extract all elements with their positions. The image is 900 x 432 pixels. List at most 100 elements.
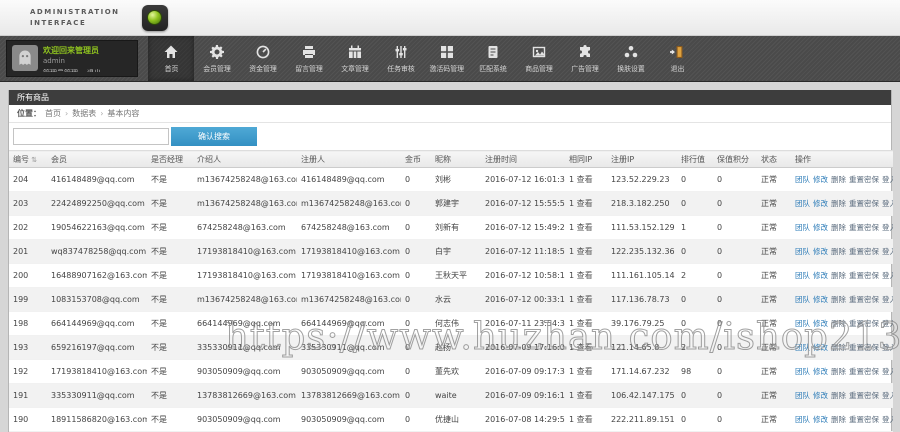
action-link[interactable]: 修改 bbox=[813, 175, 828, 184]
action-plain[interactable]: 登入 bbox=[882, 391, 893, 400]
view-link[interactable]: 查看 bbox=[577, 391, 593, 400]
action-plain[interactable]: 重置密保 bbox=[849, 367, 879, 376]
column-header-1[interactable]: 编号 ⇅ bbox=[9, 150, 47, 168]
action-link[interactable]: 修改 bbox=[813, 391, 828, 400]
status-cell: 正常 bbox=[757, 191, 791, 216]
view-link[interactable]: 查看 bbox=[577, 415, 593, 424]
action-plain[interactable]: 删除 bbox=[831, 199, 846, 208]
action-link[interactable]: 团队 bbox=[795, 199, 810, 208]
action-link[interactable]: 团队 bbox=[795, 223, 810, 232]
action-plain[interactable]: 重置密保 bbox=[849, 247, 879, 256]
action-link[interactable]: 修改 bbox=[813, 199, 828, 208]
action-link[interactable]: 团队 bbox=[795, 319, 810, 328]
action-plain[interactable]: 登入 bbox=[882, 175, 893, 184]
action-link[interactable]: 修改 bbox=[813, 247, 828, 256]
id-cell: 204 bbox=[9, 167, 47, 192]
action-plain[interactable]: 重置密保 bbox=[849, 295, 879, 304]
sort-icon[interactable]: ⇅ bbox=[29, 156, 37, 164]
logout-link[interactable]: 退出 bbox=[87, 68, 101, 72]
admin-manage-link[interactable]: 管理员管理 bbox=[43, 68, 78, 72]
nav-item-10[interactable]: 广告管理 bbox=[562, 36, 608, 81]
same-ip-cell: 1 查看 bbox=[565, 287, 607, 312]
gold-cell: 0 bbox=[401, 239, 431, 264]
breadcrumb-item[interactable]: 首页 bbox=[45, 109, 61, 118]
reg-time-cell: 2016-07-09 17:16:06 bbox=[481, 335, 565, 360]
view-link[interactable]: 查看 bbox=[577, 175, 593, 184]
action-link[interactable]: 团队 bbox=[795, 271, 810, 280]
action-plain[interactable]: 删除 bbox=[831, 415, 846, 424]
action-plain[interactable]: 重置密保 bbox=[849, 223, 879, 232]
action-plain[interactable]: 重置密保 bbox=[849, 343, 879, 352]
gold-cell: 0 bbox=[401, 311, 431, 336]
nav-item-1[interactable]: 首页 bbox=[148, 36, 194, 81]
action-plain[interactable]: 重置密保 bbox=[849, 175, 879, 184]
nav-item-9[interactable]: 商品管理 bbox=[516, 36, 562, 81]
nav-item-4[interactable]: 留言管理 bbox=[286, 36, 332, 81]
breadcrumb-separator: › bbox=[100, 109, 104, 118]
action-link[interactable]: 团队 bbox=[795, 247, 810, 256]
nav-item-6[interactable]: 任务审核 bbox=[378, 36, 424, 81]
action-link[interactable]: 修改 bbox=[813, 367, 828, 376]
action-plain[interactable]: 登入 bbox=[882, 199, 893, 208]
confirm-search-button[interactable]: 确认搜索 bbox=[171, 127, 257, 146]
reg-time-cell: 2016-07-12 11:18:50 bbox=[481, 239, 565, 264]
action-plain[interactable]: 删除 bbox=[831, 247, 846, 256]
nav-item-7[interactable]: 激活码管理 bbox=[424, 36, 470, 81]
action-link[interactable]: 修改 bbox=[813, 295, 828, 304]
action-link[interactable]: 团队 bbox=[795, 391, 810, 400]
nav-item-11[interactable]: 换肤设置 bbox=[608, 36, 654, 81]
sliders-icon bbox=[393, 44, 409, 60]
action-link[interactable]: 修改 bbox=[813, 223, 828, 232]
action-link[interactable]: 修改 bbox=[813, 343, 828, 352]
action-plain[interactable]: 登入 bbox=[882, 415, 893, 424]
action-plain[interactable]: 登入 bbox=[882, 223, 893, 232]
action-link[interactable]: 团队 bbox=[795, 415, 810, 424]
nav-item-8[interactable]: 匹配系统 bbox=[470, 36, 516, 81]
nav-item-12[interactable]: 退出 bbox=[654, 36, 700, 81]
action-link[interactable]: 修改 bbox=[813, 271, 828, 280]
nav-item-2[interactable]: 会员管理 bbox=[194, 36, 240, 81]
view-link[interactable]: 查看 bbox=[577, 319, 593, 328]
action-link[interactable]: 团队 bbox=[795, 295, 810, 304]
action-plain[interactable]: 删除 bbox=[831, 295, 846, 304]
action-plain[interactable]: 删除 bbox=[831, 271, 846, 280]
action-plain[interactable]: 删除 bbox=[831, 175, 846, 184]
view-link[interactable]: 查看 bbox=[577, 247, 593, 256]
action-plain[interactable]: 删除 bbox=[831, 391, 846, 400]
action-plain[interactable]: 删除 bbox=[831, 343, 846, 352]
action-plain[interactable]: 登入 bbox=[882, 247, 893, 256]
view-link[interactable]: 查看 bbox=[577, 295, 593, 304]
breadcrumb-item[interactable]: 基本内容 bbox=[107, 109, 139, 118]
view-link[interactable]: 查看 bbox=[577, 343, 593, 352]
nav-item-3[interactable]: 资金管理 bbox=[240, 36, 286, 81]
action-plain[interactable]: 重置密保 bbox=[849, 391, 879, 400]
action-link[interactable]: 团队 bbox=[795, 367, 810, 376]
action-plain[interactable]: 登入 bbox=[882, 367, 893, 376]
breadcrumb-item[interactable]: 数据表 bbox=[72, 109, 96, 118]
action-plain[interactable]: 重置密保 bbox=[849, 415, 879, 424]
gold-cell: 0 bbox=[401, 167, 431, 192]
id-cell: 192 bbox=[9, 359, 47, 384]
action-link[interactable]: 修改 bbox=[813, 415, 828, 424]
action-plain[interactable]: 登入 bbox=[882, 271, 893, 280]
view-link[interactable]: 查看 bbox=[577, 199, 593, 208]
same-ip-cell: 1 查看 bbox=[565, 215, 607, 240]
action-plain[interactable]: 重置密保 bbox=[849, 319, 879, 328]
view-link[interactable]: 查看 bbox=[577, 271, 593, 280]
action-link[interactable]: 团队 bbox=[795, 343, 810, 352]
action-plain[interactable]: 删除 bbox=[831, 223, 846, 232]
view-link[interactable]: 查看 bbox=[577, 367, 593, 376]
action-plain[interactable]: 登入 bbox=[882, 295, 893, 304]
search-input[interactable] bbox=[13, 128, 169, 145]
action-plain[interactable]: 重置密保 bbox=[849, 199, 879, 208]
view-link[interactable]: 查看 bbox=[577, 223, 593, 232]
nav-item-5[interactable]: 文章管理 bbox=[332, 36, 378, 81]
id-cell: 190 bbox=[9, 407, 47, 432]
action-plain[interactable]: 重置密保 bbox=[849, 271, 879, 280]
action-link[interactable]: 团队 bbox=[795, 175, 810, 184]
action-plain[interactable]: 登入 bbox=[882, 343, 893, 352]
action-plain[interactable]: 删除 bbox=[831, 367, 846, 376]
action-plain[interactable]: 登入 bbox=[882, 319, 893, 328]
action-plain[interactable]: 删除 bbox=[831, 319, 846, 328]
action-link[interactable]: 修改 bbox=[813, 319, 828, 328]
